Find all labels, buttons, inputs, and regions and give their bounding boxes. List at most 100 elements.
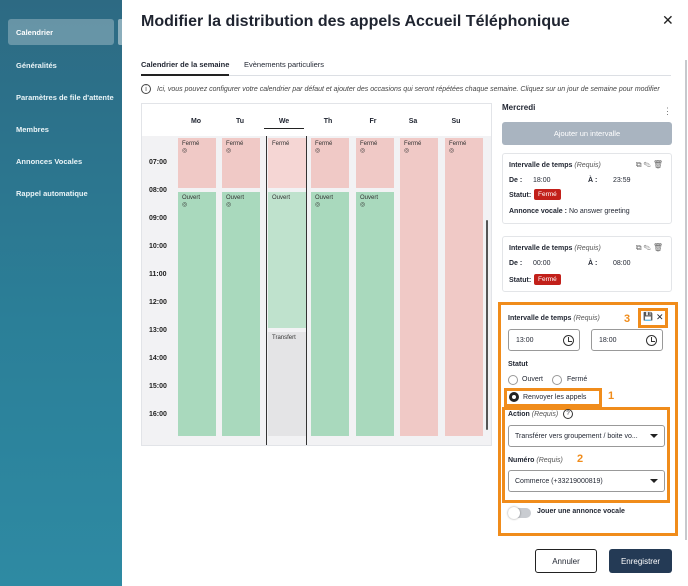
slot-we-open[interactable]: Ouvert — [268, 192, 306, 328]
slot-label: Fermé — [272, 141, 290, 147]
number-select[interactable]: Commerce (+33219000819) — [508, 470, 665, 492]
slot-mo-closed[interactable]: Fermé ◎ — [178, 138, 216, 188]
radio-renvoyer[interactable] — [509, 392, 519, 402]
info-banner: i Ici, vous pouvez configurer votre cale… — [141, 84, 660, 94]
radio-renvoyer-label: Renvoyer les appels — [523, 394, 587, 401]
number-label: Numéro (Requis) — [508, 457, 563, 464]
add-interval-button[interactable]: Ajouter un intervalle — [502, 122, 672, 145]
slot-label: Transfert — [272, 335, 296, 341]
slot-fr-open[interactable]: Ouvert ◎ — [356, 192, 394, 436]
chevron-down-icon — [650, 479, 658, 483]
interval-label: Intervalle de temps (Requis) — [509, 162, 601, 169]
modal-title: Modifier la distribution des appels Accu… — [141, 13, 570, 30]
slot-th-closed[interactable]: Fermé ◎ — [311, 138, 349, 188]
sidebar-item-membres[interactable]: Membres — [8, 116, 114, 142]
slot-label: Fermé — [182, 141, 200, 147]
radio-ouvert-label: Ouvert — [522, 376, 544, 383]
slot-we-transfer[interactable]: Transfert — [268, 332, 306, 436]
save-icon[interactable]: 💾 — [643, 312, 653, 321]
sidebar-item-rappel-automatique[interactable]: Rappel automatique — [8, 180, 114, 206]
tab-evenements-particuliers[interactable]: Evènements particuliers — [244, 60, 324, 69]
slot-label: Ouvert — [182, 195, 201, 201]
sidebar: Calendrier Généralités Paramètres de fil… — [0, 0, 124, 586]
day-header-th[interactable]: Th — [308, 118, 348, 125]
day-header-we[interactable]: We — [264, 118, 304, 129]
card-tools-icons[interactable]: ⧉✎🗑 — [636, 243, 665, 253]
slot-su-closed[interactable]: Fermé ◎ — [445, 138, 483, 436]
to-value: 08:00 — [613, 260, 631, 267]
hour-label: 14:00 — [149, 355, 167, 362]
modal-panel: Modifier la distribution des appels Accu… — [122, 0, 688, 586]
radio-ouvert[interactable] — [508, 375, 518, 385]
status-title: Statut — [508, 361, 528, 368]
action-select[interactable]: Transférer vers groupement / boite vo... — [508, 425, 665, 447]
from-label: De : — [509, 260, 523, 267]
hour-label: 16:00 — [149, 411, 167, 418]
slot-th-open[interactable]: Ouvert ◎ — [311, 192, 349, 436]
day-header-tu[interactable]: Tu — [220, 118, 260, 125]
week-calendar: Mo Tu We Th Fr Sa Su 07:00 08:00 09:00 1… — [141, 103, 492, 446]
globe-icon: ◎ — [404, 148, 410, 155]
marker-3: 3 — [624, 313, 631, 325]
day-header-sa[interactable]: Sa — [393, 118, 433, 125]
hour-label: 12:00 — [149, 299, 167, 306]
globe-icon: ◎ — [360, 148, 366, 155]
from-value: 18:00 — [533, 177, 551, 184]
from-time-input[interactable]: 13:00 — [508, 329, 580, 351]
interval-label: Intervalle de temps (Requis) — [509, 245, 601, 252]
hour-label: 09:00 — [149, 215, 167, 222]
slot-label: Fermé — [226, 141, 244, 147]
slot-label: Fermé — [315, 141, 333, 147]
sidebar-item-calendrier[interactable]: Calendrier — [8, 19, 114, 45]
sidebar-item-generalites[interactable]: Généralités — [8, 52, 114, 78]
voice-toggle[interactable] — [508, 507, 531, 519]
slot-fr-closed[interactable]: Fermé ◎ — [356, 138, 394, 188]
interval-card: Intervalle de temps (Requis) ⧉✎🗑 De : 00… — [502, 236, 672, 292]
day-header-fr[interactable]: Fr — [353, 118, 393, 125]
help-icon[interactable]: ? — [563, 409, 573, 419]
day-header-mo[interactable]: Mo — [176, 118, 216, 125]
marker-2: 2 — [577, 453, 584, 465]
slot-label: Ouvert — [226, 195, 245, 201]
day-header-su[interactable]: Su — [436, 118, 476, 125]
tab-calendrier-semaine[interactable]: Calendrier de la semaine — [141, 60, 230, 76]
cancel-button[interactable]: Annuler — [535, 549, 597, 573]
slot-sa-closed[interactable]: Fermé ◎ — [400, 138, 438, 436]
radio-ferme-label: Fermé — [567, 376, 588, 383]
hour-label: 11:00 — [149, 271, 167, 278]
close-icon[interactable]: ✕ — [662, 12, 674, 29]
status-badge: Fermé — [534, 189, 561, 200]
more-options-icon[interactable]: ⋮ — [663, 106, 672, 117]
to-time-input[interactable]: 18:00 — [591, 329, 663, 351]
voice-value: No answer greeting — [569, 208, 630, 215]
slot-tu-closed[interactable]: Fermé ◎ — [222, 138, 260, 188]
radio-ferme[interactable] — [552, 375, 562, 385]
sidebar-item-annonces-vocales[interactable]: Annonces Vocales — [8, 148, 114, 174]
save-button[interactable]: Enregistrer — [609, 549, 672, 573]
slot-label: Ouvert — [315, 195, 334, 201]
slot-we-closed[interactable]: Fermé — [268, 138, 306, 188]
slot-mo-open[interactable]: Ouvert ◎ — [178, 192, 216, 436]
voice-label: Annonce vocale : — [509, 208, 567, 215]
cancel-edit-icon[interactable]: ✕ — [656, 312, 664, 323]
hour-label: 15:00 — [149, 383, 167, 390]
to-value: 23:59 — [613, 177, 631, 184]
globe-icon: ◎ — [226, 202, 232, 209]
globe-icon: ◎ — [449, 148, 455, 155]
globe-icon: ◎ — [182, 202, 188, 209]
hour-label: 07:00 — [149, 159, 167, 166]
panel-scrollbar[interactable] — [685, 60, 687, 540]
sidebar-item-parametres-file[interactable]: Paramètres de file d'attente — [8, 84, 114, 110]
edit-interval-label: Intervalle de temps (Requis) — [508, 315, 600, 322]
globe-icon: ◎ — [360, 202, 366, 209]
card-tools-icons[interactable]: ⧉✎🗑 — [636, 160, 665, 170]
interval-card: Intervalle de temps (Requis) ⧉✎🗑 De : 18… — [502, 153, 672, 224]
slot-label: Fermé — [449, 141, 467, 147]
chevron-down-icon — [650, 434, 658, 438]
selected-day-title: Mercredi — [502, 103, 536, 112]
calendar-scrollbar[interactable] — [486, 220, 488, 430]
slot-tu-open[interactable]: Ouvert ◎ — [222, 192, 260, 436]
globe-icon: ◎ — [315, 148, 321, 155]
hour-label: 08:00 — [149, 187, 167, 194]
calendar-header: Mo Tu We Th Fr Sa Su — [142, 104, 491, 136]
